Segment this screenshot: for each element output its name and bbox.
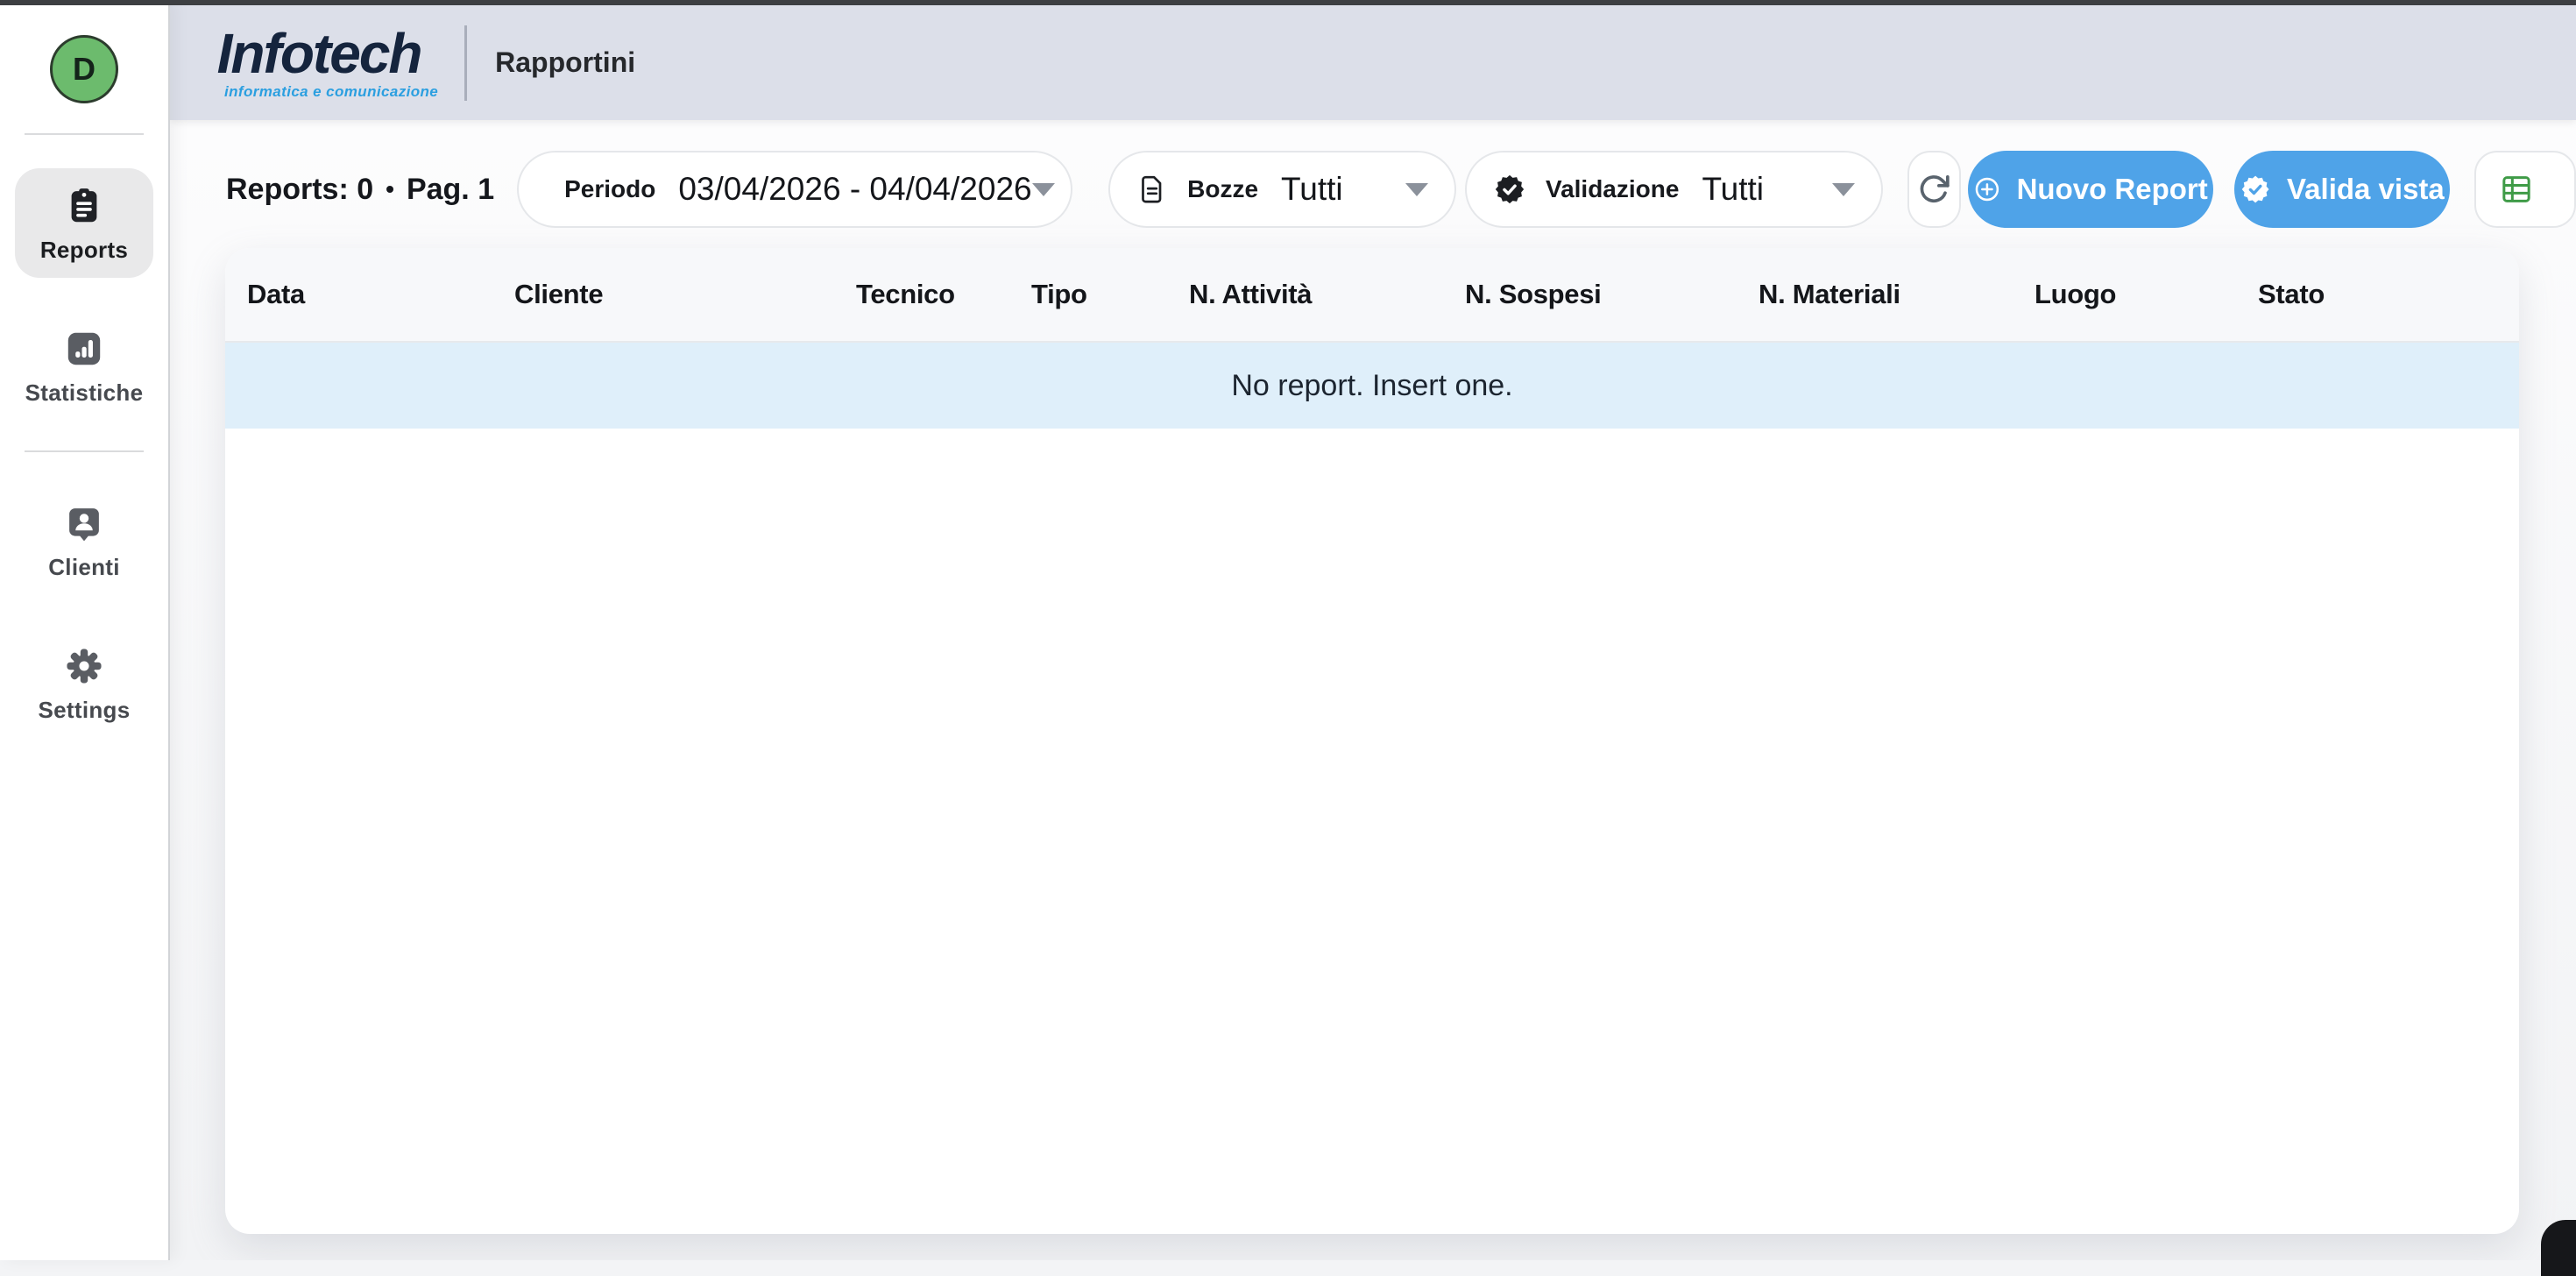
- reports-count: Reports: 0: [226, 173, 373, 207]
- refresh-icon: [1916, 172, 1951, 207]
- export-excel-button[interactable]: [2474, 151, 2576, 228]
- validazione-value: Tutti: [1702, 171, 1764, 208]
- nuovo-report-button[interactable]: Nuovo Report: [1968, 151, 2213, 228]
- chevron-down-icon: [1032, 183, 1055, 196]
- main-content: Reports: 0 • Pag. 1 Periodo 03/04/2026 -…: [170, 120, 2576, 1260]
- column-header-stato: Stato: [2258, 279, 2519, 310]
- bozze-label: Bozze: [1187, 175, 1258, 203]
- toolbar: Reports: 0 • Pag. 1 Periodo 03/04/2026 -…: [226, 151, 2576, 228]
- brand-logo: Infotech informatica e comunicazione: [200, 25, 438, 101]
- document-icon: [1136, 174, 1168, 205]
- validazione-label: Validazione: [1546, 175, 1680, 203]
- column-header-n-materiali: N. Materiali: [1759, 279, 2035, 310]
- periodo-value: 03/04/2026 - 04/04/2026: [678, 171, 1031, 208]
- reports-table-card: Data Cliente Tecnico Tipo N. Attività N.…: [225, 248, 2519, 1234]
- gear-icon: [64, 646, 104, 686]
- contact-card-icon: [64, 503, 104, 543]
- column-header-tecnico: Tecnico: [856, 279, 1031, 310]
- valida-vista-button[interactable]: Valida vista: [2234, 151, 2450, 228]
- brand-tagline: informatica e comunicazione: [200, 83, 438, 101]
- page-indicator: Pag. 1: [407, 173, 494, 207]
- avatar-initial: D: [73, 51, 96, 88]
- sidebar-item-label: Settings: [39, 697, 131, 724]
- sidebar-divider: [25, 450, 144, 452]
- column-header-tipo: Tipo: [1031, 279, 1189, 310]
- sidebar-item-clienti[interactable]: Clienti: [15, 486, 153, 595]
- sidebar: D Reports Statistiche Clienti: [0, 0, 170, 1260]
- column-header-n-sospesi: N. Sospesi: [1465, 279, 1759, 310]
- chevron-down-icon: [1832, 183, 1855, 196]
- column-header-data: Data: [247, 279, 514, 310]
- periodo-label: Periodo: [564, 175, 655, 203]
- sidebar-item-label: Reports: [40, 237, 128, 264]
- sidebar-item-label: Statistiche: [25, 379, 144, 407]
- corner-overlay: [2541, 1220, 2576, 1276]
- chevron-down-icon: [1405, 183, 1428, 196]
- sidebar-item-settings[interactable]: Settings: [15, 628, 153, 738]
- bar-chart-icon: [64, 329, 104, 369]
- column-header-luogo: Luogo: [2035, 279, 2258, 310]
- circle-plus-icon: [1973, 171, 2001, 208]
- refresh-button[interactable]: [1907, 151, 1961, 228]
- bozze-value: Tutti: [1281, 171, 1343, 208]
- empty-state-message: No report. Insert one.: [1231, 369, 1512, 403]
- window-top-strip: [0, 0, 2576, 5]
- periodo-filter[interactable]: Periodo 03/04/2026 - 04/04/2026: [517, 151, 1072, 228]
- column-header-cliente: Cliente: [514, 279, 856, 310]
- spreadsheet-icon: [2499, 172, 2534, 207]
- sidebar-divider: [25, 133, 144, 135]
- app-header: Infotech informatica e comunicazione Rap…: [170, 5, 2576, 120]
- bozze-filter[interactable]: Bozze Tutti: [1108, 151, 1456, 228]
- table-header-row: Data Cliente Tecnico Tipo N. Attività N.…: [225, 248, 2519, 343]
- header-divider: [464, 25, 467, 101]
- summary-separator: •: [386, 175, 394, 203]
- clipboard-icon: [64, 186, 104, 226]
- valida-vista-label: Valida vista: [2287, 173, 2445, 206]
- nuovo-report-label: Nuovo Report: [2017, 173, 2208, 206]
- sidebar-item-label: Clienti: [48, 554, 120, 581]
- badge-check-icon: [2240, 172, 2271, 207]
- empty-state-row: No report. Insert one.: [225, 343, 2519, 429]
- validazione-filter[interactable]: Validazione Tutti: [1465, 151, 1883, 228]
- avatar[interactable]: D: [50, 35, 118, 103]
- brand-name: Infotech: [217, 25, 421, 83]
- badge-check-icon: [1493, 173, 1526, 206]
- column-header-n-attivita: N. Attività: [1189, 279, 1465, 310]
- sidebar-item-statistiche[interactable]: Statistiche: [15, 311, 153, 421]
- sidebar-item-reports[interactable]: Reports: [15, 168, 153, 278]
- reports-summary: Reports: 0 • Pag. 1: [226, 173, 494, 207]
- page-title: Rapportini: [495, 46, 635, 79]
